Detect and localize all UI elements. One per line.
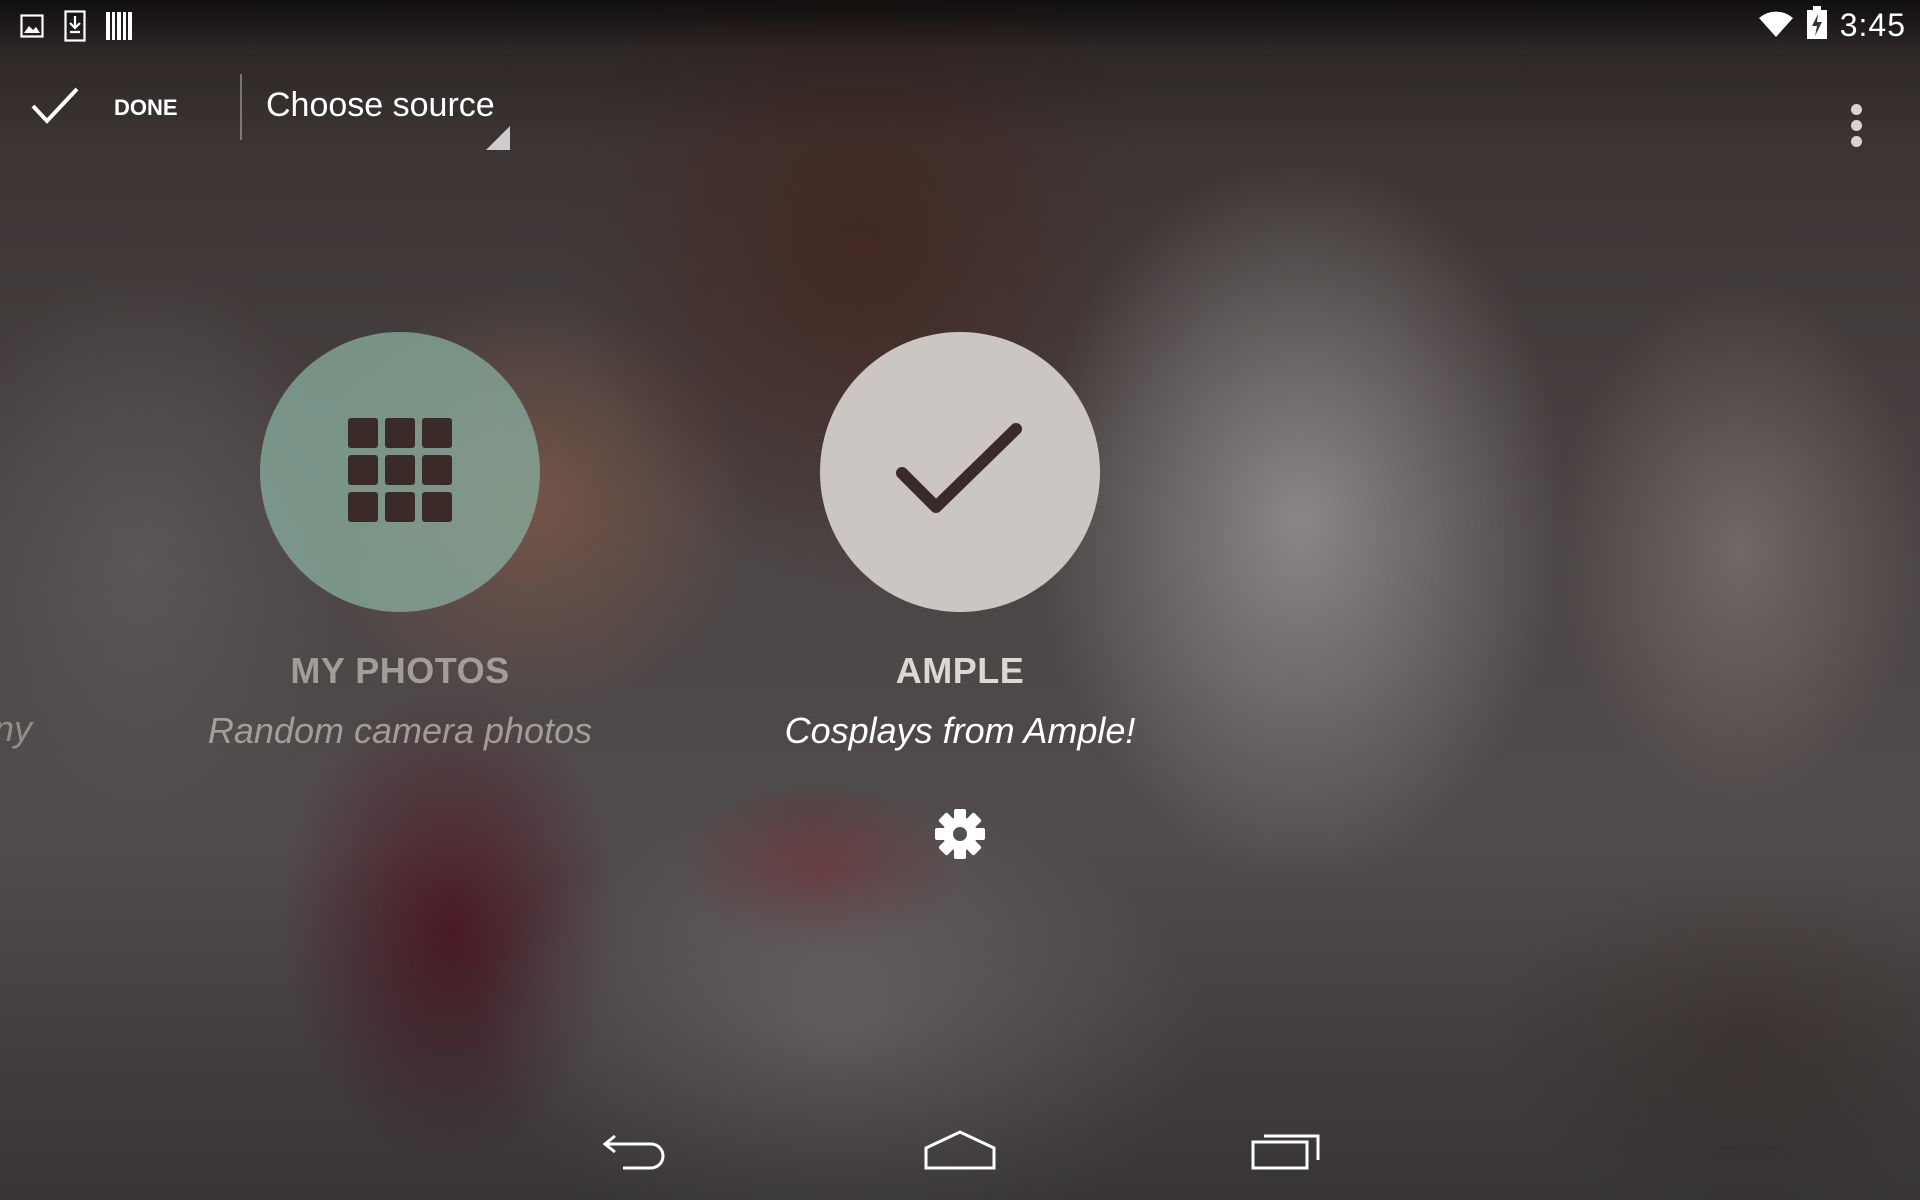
my-photos-source-button[interactable] bbox=[260, 332, 540, 612]
gear-icon bbox=[934, 808, 986, 865]
spinner-title: Choose source bbox=[266, 86, 495, 124]
home-icon bbox=[922, 1128, 998, 1177]
system-icons: 3:45 bbox=[1758, 6, 1906, 45]
clock: 3:45 bbox=[1839, 7, 1906, 43]
battery-charging-icon bbox=[1806, 6, 1828, 45]
done-button[interactable]: DONE bbox=[30, 80, 200, 136]
back-button[interactable] bbox=[586, 1124, 686, 1180]
overflow-menu-button[interactable] bbox=[1840, 78, 1874, 148]
screen: 3:45 DONE Choose source ny bbox=[0, 0, 1920, 1200]
image-icon bbox=[20, 14, 44, 43]
recents-button[interactable] bbox=[1236, 1124, 1336, 1180]
source-title: MY PHOTOS bbox=[290, 650, 510, 691]
source-title: AMPLE bbox=[895, 650, 1025, 691]
recents-icon bbox=[1250, 1128, 1322, 1177]
source-item-ample: AMPLE Cosplays from Ample! bbox=[750, 332, 1170, 752]
notification-icons bbox=[20, 10, 132, 47]
barcode-icon bbox=[106, 12, 132, 45]
done-label: DONE bbox=[114, 95, 178, 120]
status-bar: 3:45 bbox=[0, 0, 1920, 50]
choose-source-spinner[interactable]: Choose source bbox=[266, 78, 510, 150]
spinner-arrow-icon bbox=[486, 126, 510, 150]
check-icon bbox=[30, 86, 80, 131]
ample-source-button[interactable] bbox=[820, 332, 1100, 612]
action-bar: DONE Choose source bbox=[0, 60, 1920, 156]
navigation-bar bbox=[0, 1104, 1920, 1200]
grid-icon bbox=[348, 417, 452, 527]
wifi-icon bbox=[1758, 8, 1794, 43]
home-button[interactable] bbox=[910, 1124, 1010, 1180]
download-icon bbox=[64, 10, 86, 47]
check-icon bbox=[890, 415, 1030, 530]
back-icon bbox=[601, 1130, 671, 1175]
action-bar-divider bbox=[240, 74, 242, 140]
partial-source-description: ny bbox=[0, 708, 33, 749]
source-item-my-photos: MY PHOTOS Random camera photos bbox=[190, 332, 610, 752]
source-description: Cosplays from Ample! bbox=[784, 710, 1136, 751]
source-description: Random camera photos bbox=[207, 710, 593, 751]
source-settings-button[interactable] bbox=[930, 806, 990, 866]
